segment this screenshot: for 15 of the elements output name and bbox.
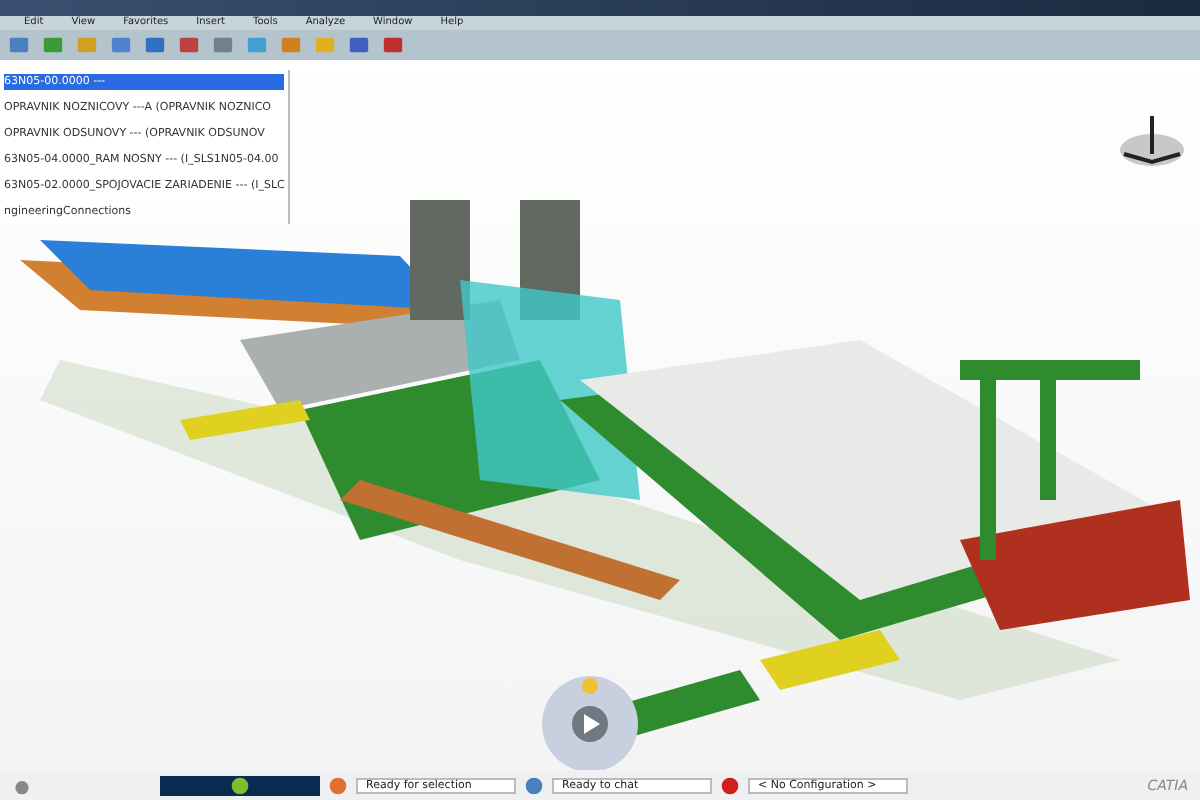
toolbar-tool-icon[interactable] bbox=[42, 34, 64, 56]
toolbar-tool-icon[interactable] bbox=[144, 34, 166, 56]
toolbar-tool-icon[interactable] bbox=[212, 34, 234, 56]
toolbar-tool-icon[interactable] bbox=[8, 34, 30, 56]
toolbar-tool-icon[interactable] bbox=[382, 34, 404, 56]
status-icon bbox=[230, 775, 250, 795]
toolbar-tool-icon[interactable] bbox=[348, 34, 370, 56]
status-icon[interactable] bbox=[524, 775, 544, 795]
status-icon[interactable] bbox=[328, 775, 348, 795]
status-icon[interactable] bbox=[720, 775, 740, 795]
toolbar-tool-icon[interactable] bbox=[246, 34, 268, 56]
toolbar-tool-icon[interactable] bbox=[178, 34, 200, 56]
toolbar-tool-icon[interactable] bbox=[110, 34, 132, 56]
navigation-wheel-icon[interactable] bbox=[540, 674, 640, 770]
toolbar-tool-icon[interactable] bbox=[280, 34, 302, 56]
